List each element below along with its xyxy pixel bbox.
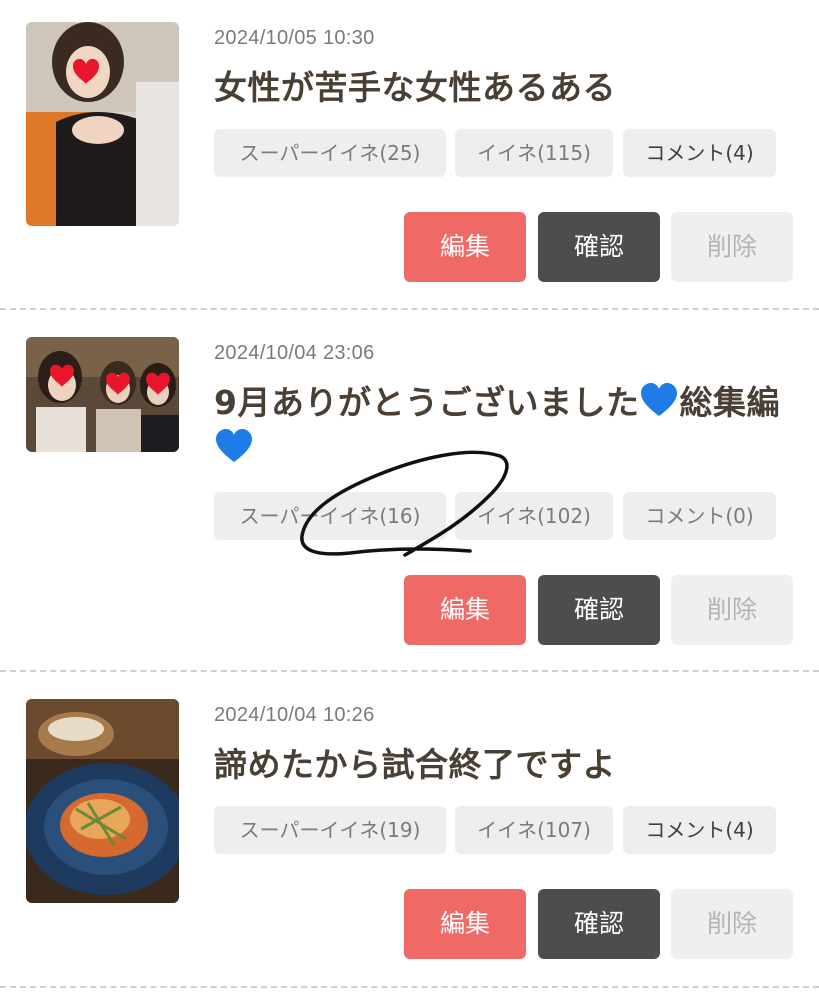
post-thumbnail[interactable] — [26, 337, 179, 452]
comment-count[interactable]: コメント(4) — [623, 806, 776, 854]
super-like-count[interactable]: スーパーイイネ(16) — [214, 492, 446, 540]
photo-pasta — [26, 699, 179, 903]
post-title-text: 諦めたから試合終了ですよ — [214, 745, 616, 784]
delete-button[interactable]: 削除 — [671, 889, 793, 959]
confirm-button[interactable]: 確認 — [538, 889, 660, 959]
post-title-text: 女性が苦手な女性あるある — [214, 68, 616, 107]
post-title-text: 9月ありがとうございました — [214, 383, 640, 422]
blue-heart-icon — [641, 383, 678, 416]
post-divider — [0, 308, 819, 310]
post-title[interactable]: 女性が苦手な女性あるある — [214, 65, 794, 111]
like-count[interactable]: イイネ(107) — [455, 806, 613, 854]
edit-button[interactable]: 編集 — [404, 575, 526, 645]
edit-button[interactable]: 編集 — [404, 889, 526, 959]
like-count[interactable]: イイネ(115) — [455, 129, 613, 177]
super-like-count[interactable]: スーパーイイネ(25) — [214, 129, 446, 177]
photo-woman — [26, 22, 179, 226]
post-divider — [0, 986, 819, 988]
confirm-button[interactable]: 確認 — [538, 212, 660, 282]
post-date: 2024/10/04 10:26 — [214, 704, 375, 726]
post-thumbnail[interactable] — [26, 699, 179, 903]
super-like-count[interactable]: スーパーイイネ(19) — [214, 806, 446, 854]
delete-button[interactable]: 削除 — [671, 575, 793, 645]
photo-group — [26, 337, 179, 452]
post-title[interactable]: 9月ありがとうございました 総集編 — [214, 380, 794, 472]
blue-heart-icon — [216, 429, 252, 462]
post-date: 2024/10/05 10:30 — [214, 27, 375, 49]
comment-count[interactable]: コメント(0) — [623, 492, 776, 540]
confirm-button[interactable]: 確認 — [538, 575, 660, 645]
post-divider — [0, 670, 819, 672]
like-count[interactable]: イイネ(102) — [455, 492, 613, 540]
post-date: 2024/10/04 23:06 — [214, 342, 375, 364]
edit-button[interactable]: 編集 — [404, 212, 526, 282]
post-thumbnail[interactable] — [26, 22, 179, 226]
post-title[interactable]: 諦めたから試合終了ですよ — [214, 742, 794, 788]
post-title-text-continued: 総集編 — [679, 383, 780, 422]
delete-button[interactable]: 削除 — [671, 212, 793, 282]
comment-count[interactable]: コメント(4) — [623, 129, 776, 177]
